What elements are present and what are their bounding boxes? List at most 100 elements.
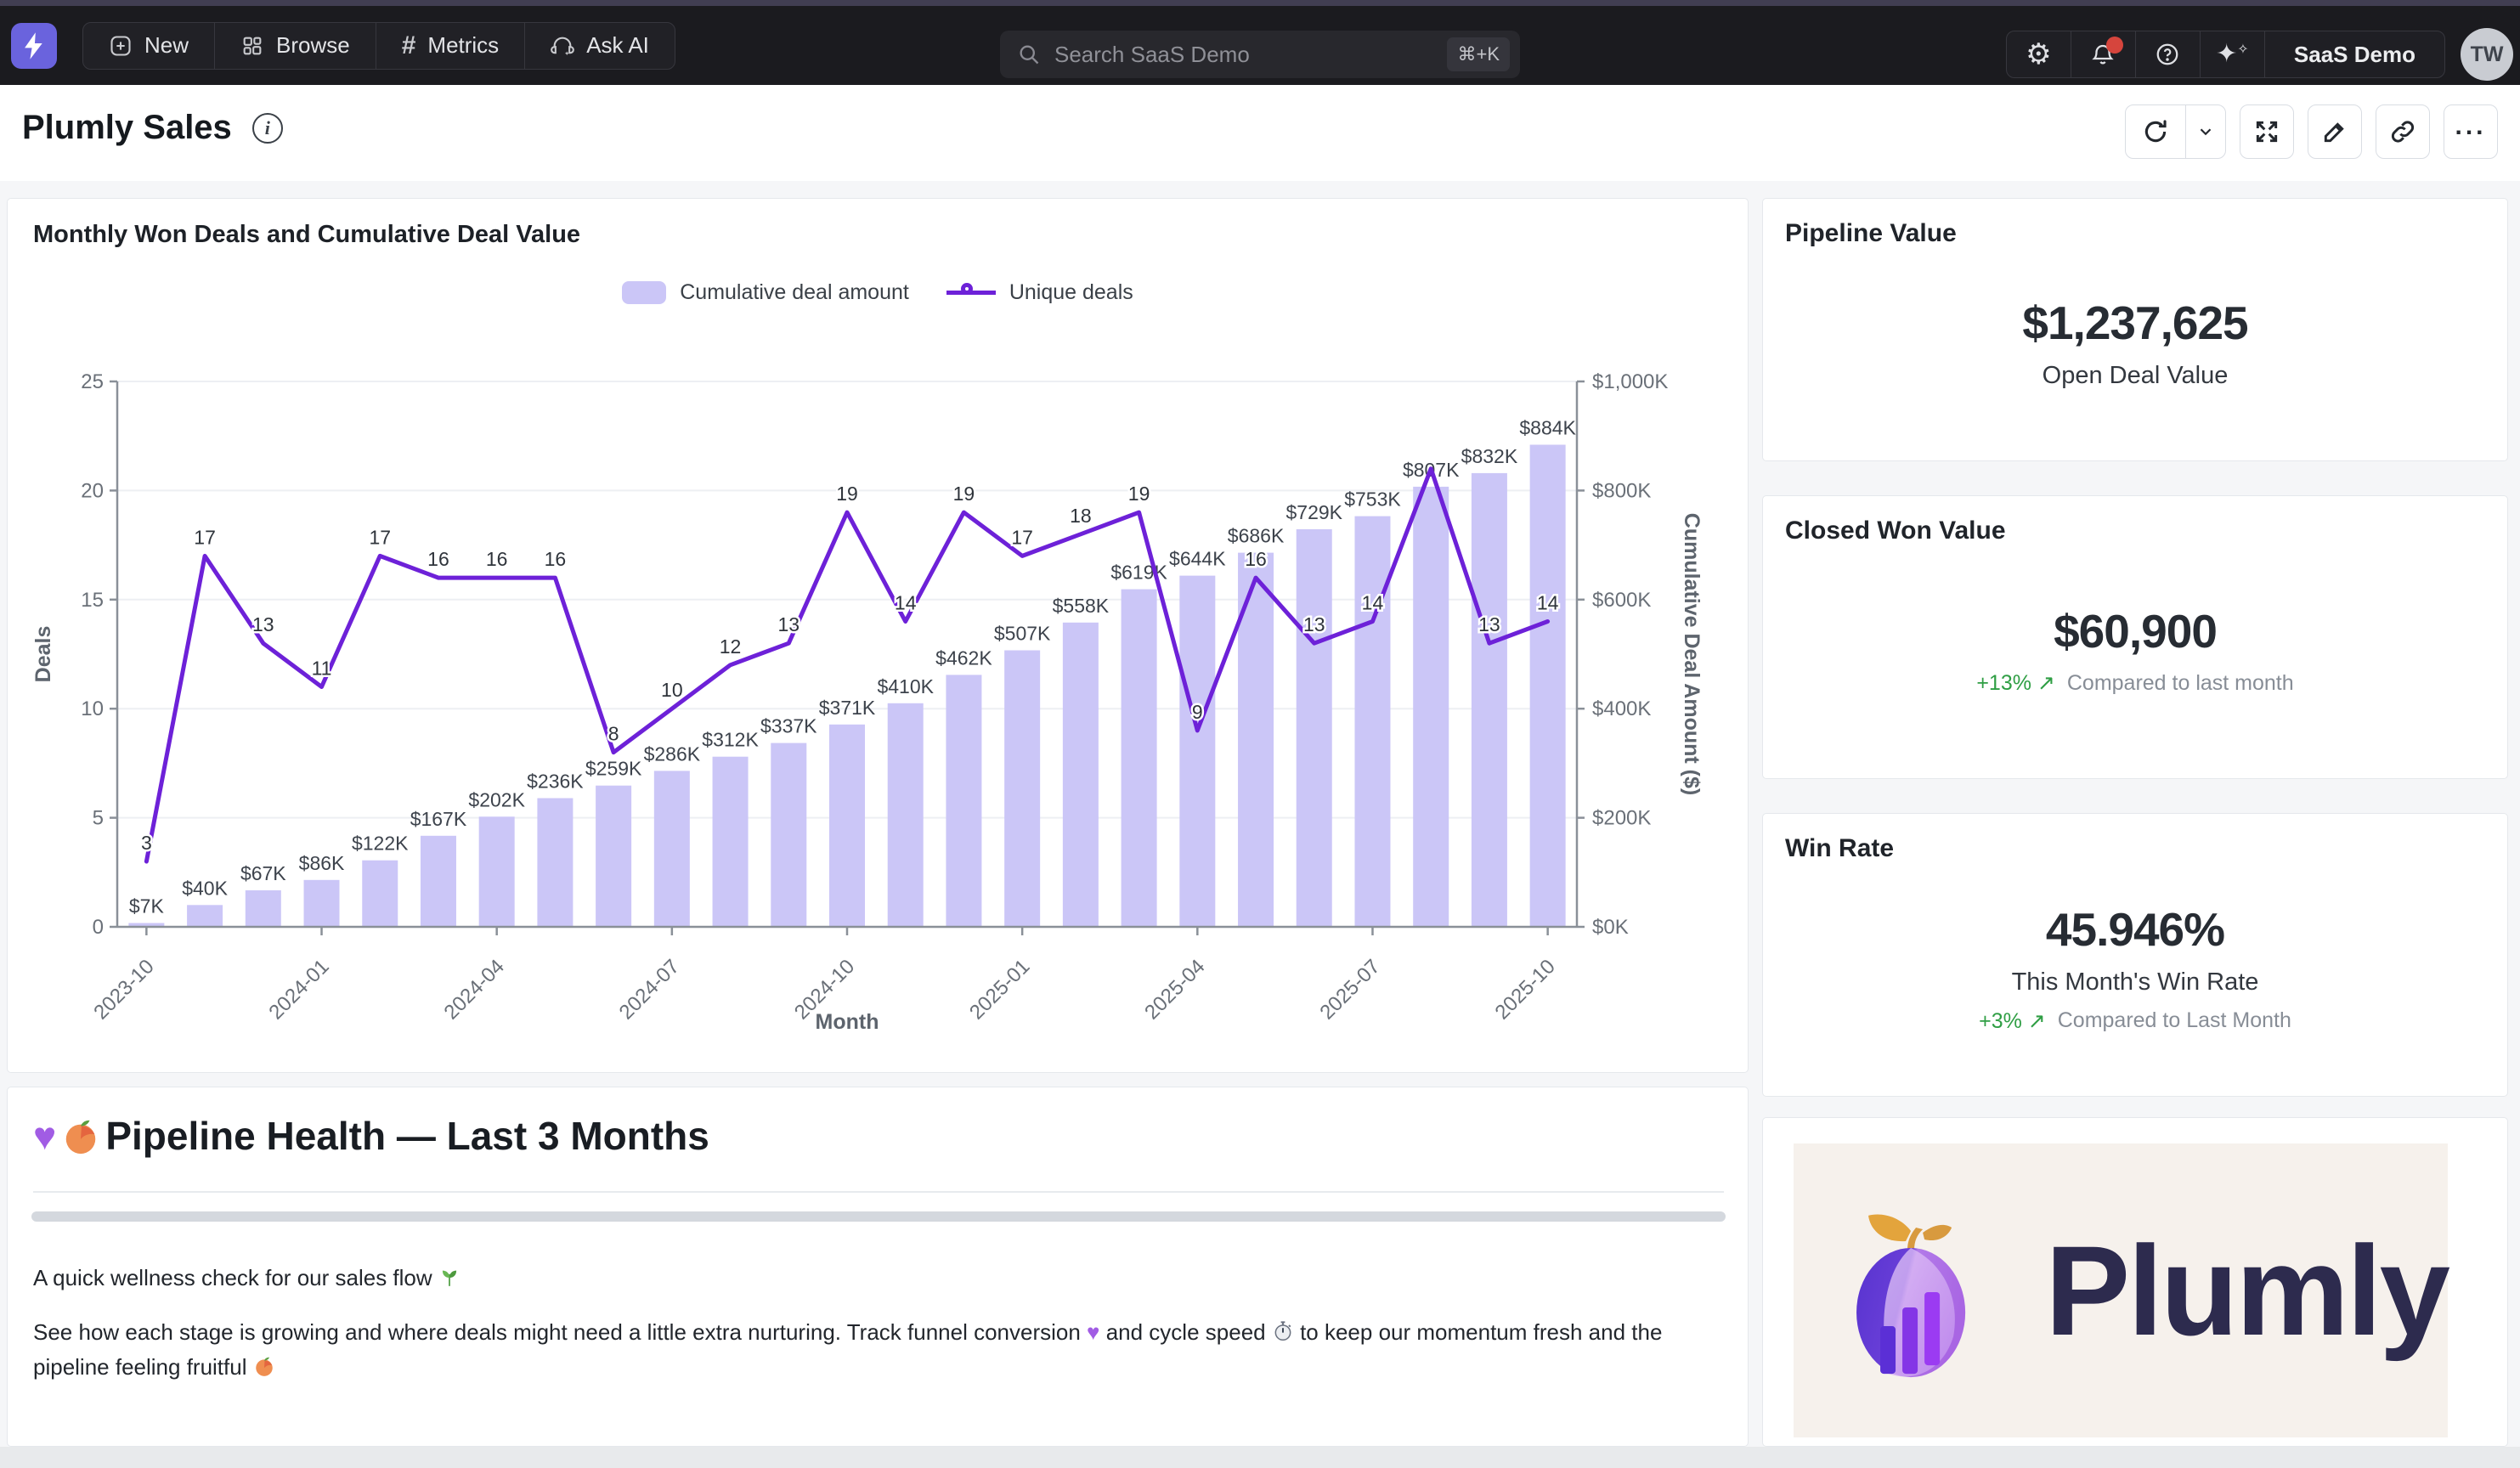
svg-text:2023-10: 2023-10 — [89, 955, 158, 1024]
kpi-delta: +13% ↗ — [1976, 670, 2055, 696]
svg-text:25: 25 — [81, 370, 104, 393]
main-nav: New Browse # Metrics Ask AI — [82, 22, 675, 70]
svg-text:10: 10 — [661, 679, 683, 701]
svg-text:5: 5 — [93, 807, 104, 830]
refresh-menu-button[interactable] — [2185, 105, 2225, 158]
svg-text:$753K: $753K — [1344, 488, 1401, 511]
search-placeholder: Search SaaS Demo — [1054, 42, 1447, 68]
info-icon[interactable]: i — [252, 113, 283, 144]
sparkles-button[interactable]: ✦✧ — [2201, 31, 2265, 77]
svg-text:$259K: $259K — [585, 758, 642, 780]
global-search-input[interactable]: Search SaaS Demo ⌘+K — [1000, 31, 1520, 78]
org-switcher[interactable]: SaaS Demo — [2265, 31, 2444, 77]
svg-text:16: 16 — [427, 548, 449, 570]
app-logo[interactable] — [11, 23, 57, 69]
kpi-tile-win-rate[interactable]: Win Rate 45.946% This Month's Win Rate +… — [1762, 813, 2508, 1097]
svg-text:2025-04: 2025-04 — [1140, 955, 1209, 1024]
bar — [1122, 590, 1157, 927]
more-options-button[interactable]: ... — [2444, 104, 2498, 159]
lightning-bolt-icon — [21, 31, 47, 60]
bar — [1004, 651, 1040, 928]
bar — [771, 743, 806, 927]
brand-image-tile: Plumly — [1762, 1117, 2508, 1447]
svg-text:19: 19 — [1128, 483, 1150, 505]
user-avatar[interactable]: TW — [2461, 28, 2513, 81]
nav-ask-ai-label: Ask AI — [586, 32, 649, 59]
refresh-button[interactable] — [2126, 105, 2185, 158]
kpi-delta-note: Compared to Last Month — [2058, 1008, 2291, 1033]
bar — [1472, 473, 1507, 927]
purple-heart-emoji: ♥ — [33, 1113, 56, 1159]
settings-button[interactable]: ⚙ — [2007, 31, 2071, 77]
brand-wordmark: Plumly — [2045, 1217, 2448, 1364]
svg-text:19: 19 — [836, 483, 858, 505]
dashboard-actions: ... — [2125, 104, 2498, 159]
kpi-value: 45.946% — [2046, 902, 2224, 957]
nav-browse-label: Browse — [276, 32, 350, 59]
svg-text:$800K: $800K — [1592, 479, 1651, 502]
bar — [1354, 517, 1390, 927]
svg-text:9: 9 — [1192, 701, 1203, 723]
svg-text:$7K: $7K — [129, 895, 165, 918]
svg-text:10: 10 — [81, 697, 104, 720]
svg-text:$0K: $0K — [1592, 916, 1629, 939]
svg-text:18: 18 — [1070, 505, 1092, 527]
svg-text:Cumulative Deal Amount ($): Cumulative Deal Amount ($) — [1680, 513, 1704, 795]
sparkles-icon: ✦✧ — [2216, 42, 2249, 67]
bar — [1413, 487, 1449, 927]
svg-text:$507K: $507K — [994, 623, 1051, 645]
notifications-button[interactable] — [2071, 31, 2136, 77]
topbar-right-group: ⚙ ✦✧ SaaS Demo — [2006, 31, 2445, 78]
kpi-delta-note: Compared to last month — [2067, 671, 2294, 696]
bar — [654, 771, 690, 927]
purple-heart-emoji: ♥ — [1087, 1319, 1099, 1345]
markdown-tile[interactable]: ♥ Pipeline Health — Last 3 Months A quic… — [7, 1087, 1749, 1447]
svg-text:$1,000K: $1,000K — [1592, 370, 1668, 393]
svg-text:$40K: $40K — [182, 877, 228, 899]
svg-text:14: 14 — [895, 592, 917, 614]
svg-text:Deals: Deals — [31, 626, 55, 683]
nav-new-label: New — [144, 32, 189, 59]
notes-paragraph: See how each stage is growing and where … — [33, 1315, 1715, 1385]
svg-text:0: 0 — [93, 916, 104, 939]
combo-chart[interactable]: $7K$40K$67K$86K$122K$167K$202K$236K$259K… — [8, 199, 1749, 1074]
svg-text:$167K: $167K — [410, 808, 467, 830]
svg-text:$67K: $67K — [240, 862, 286, 884]
nav-browse-button[interactable]: Browse — [215, 23, 376, 69]
chevron-down-icon — [2196, 122, 2215, 141]
edit-button[interactable] — [2308, 104, 2362, 159]
bottom-scroll-strip[interactable] — [0, 1447, 2520, 1468]
svg-text:13: 13 — [777, 613, 800, 635]
svg-text:2024-01: 2024-01 — [264, 955, 333, 1024]
plum-chart-logo — [1816, 1163, 2020, 1418]
svg-text:17: 17 — [369, 526, 391, 548]
ellipsis-icon: ... — [2455, 127, 2486, 137]
svg-text:$122K: $122K — [352, 833, 409, 855]
help-button[interactable] — [2136, 31, 2201, 77]
bar — [187, 905, 223, 927]
svg-text:$832K: $832K — [1461, 445, 1518, 467]
svg-text:$884K: $884K — [1519, 417, 1576, 439]
svg-text:$558K: $558K — [1053, 595, 1110, 617]
chart-tile[interactable]: Monthly Won Deals and Cumulative Deal Va… — [7, 198, 1749, 1073]
svg-text:14: 14 — [1537, 592, 1559, 614]
herb-emoji — [438, 1266, 460, 1288]
kpi-tile-pipeline-value[interactable]: Pipeline Value $1,237,625 Open Deal Valu… — [1762, 198, 2508, 461]
link-icon — [2389, 118, 2416, 145]
bar — [537, 799, 573, 928]
nav-metrics-button[interactable]: # Metrics — [376, 23, 525, 69]
svg-text:2025-01: 2025-01 — [965, 955, 1034, 1024]
svg-text:13: 13 — [252, 613, 274, 635]
nav-new-button[interactable]: New — [83, 23, 215, 69]
topbar: New Browse # Metrics Ask AI Search SaaS … — [0, 6, 2520, 85]
fullscreen-button[interactable] — [2240, 104, 2294, 159]
svg-text:16: 16 — [1245, 548, 1267, 570]
svg-text:11: 11 — [312, 658, 332, 680]
bar — [362, 861, 398, 927]
share-link-button[interactable] — [2376, 104, 2430, 159]
svg-text:16: 16 — [545, 548, 567, 570]
svg-text:8: 8 — [608, 723, 619, 745]
peach-emoji — [253, 1355, 275, 1377]
nav-ask-ai-button[interactable]: Ask AI — [525, 23, 675, 69]
kpi-tile-closed-won-value[interactable]: Closed Won Value $60,900 +13% ↗ Compared… — [1762, 495, 2508, 779]
